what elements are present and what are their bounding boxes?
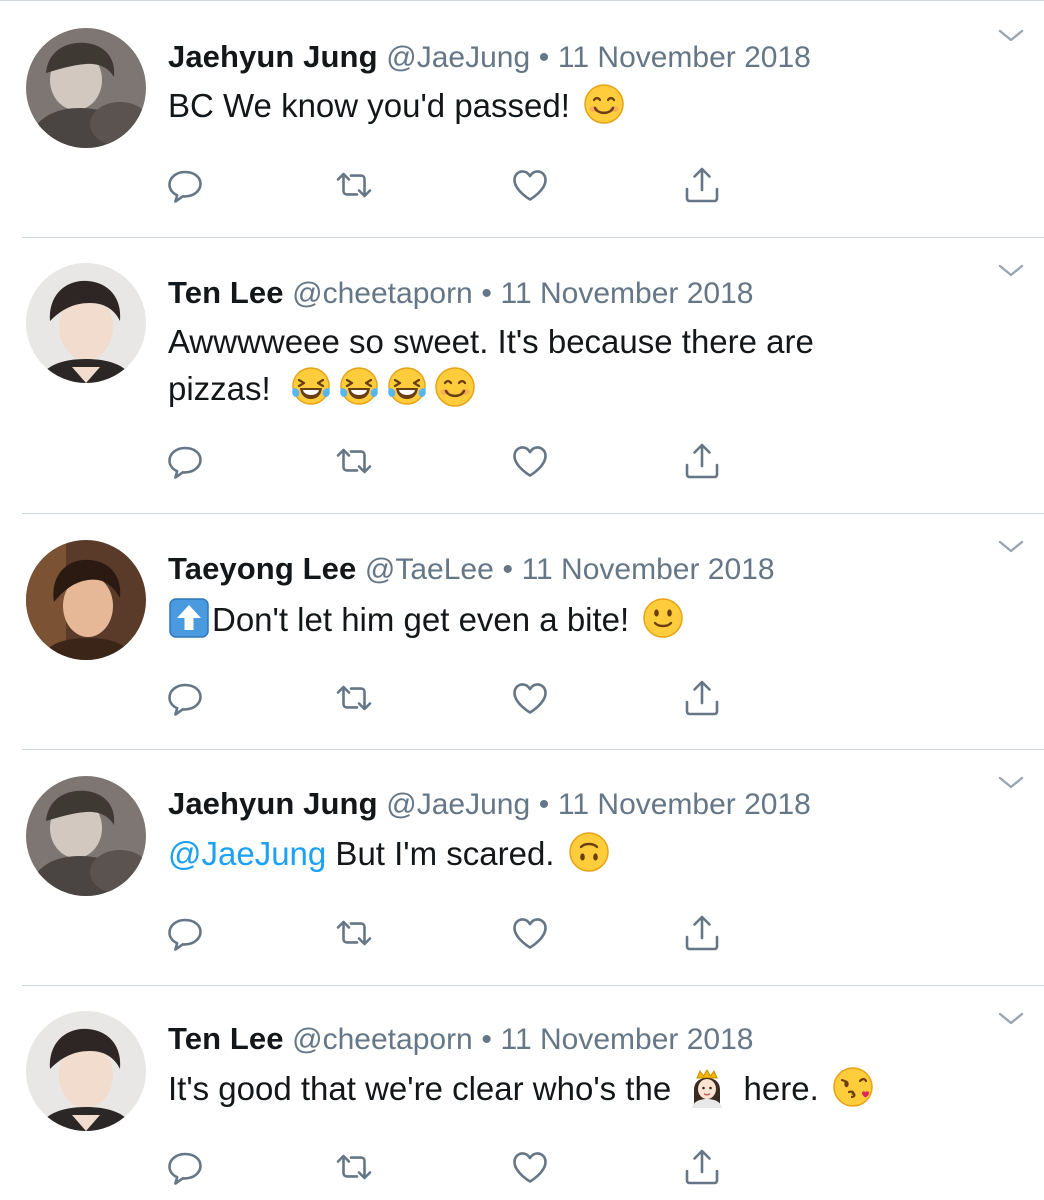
display-name[interactable]: Jaehyun Jung [168, 39, 378, 74]
slight-smile-emoji [642, 597, 684, 639]
tweet[interactable]: Taeyong Lee @TaeLee • 11 November 2018 D… [0, 513, 1044, 749]
smiling-face-emoji [434, 366, 476, 408]
separator: • [481, 277, 492, 310]
tweet-date[interactable]: 11 November 2018 [501, 1023, 754, 1056]
avatar[interactable] [26, 540, 146, 660]
display-name[interactable]: Jaehyun Jung [168, 786, 378, 821]
share-icon[interactable] [678, 1143, 726, 1191]
divider [22, 237, 1044, 238]
like-icon[interactable] [506, 1143, 554, 1191]
tweet-text-line: Don't let him get even a bite! [212, 601, 630, 638]
share-icon[interactable] [678, 909, 726, 957]
avatar[interactable] [26, 1011, 146, 1131]
reply-icon[interactable] [161, 1143, 209, 1191]
avatar[interactable] [26, 263, 146, 383]
chevron-down-icon[interactable] [998, 539, 1024, 555]
tears-of-joy-emoji [386, 366, 428, 408]
tweet-date[interactable]: 11 November 2018 [501, 277, 754, 310]
blowing-kiss-emoji [832, 1066, 874, 1108]
like-icon[interactable] [506, 674, 554, 722]
chevron-down-icon[interactable] [998, 1011, 1024, 1027]
smiling-face-emoji [583, 83, 625, 125]
like-icon[interactable] [506, 161, 554, 209]
tweet-actions [158, 674, 738, 722]
reply-icon[interactable] [161, 161, 209, 209]
share-icon[interactable] [678, 674, 726, 722]
like-icon[interactable] [506, 909, 554, 957]
tweet-text: Don't let him get even a bite! [168, 596, 934, 643]
handle[interactable]: @TaeLee [365, 553, 494, 586]
tweet-text-line: BC We know you'd passed! [168, 87, 570, 124]
retweet-icon[interactable] [330, 437, 378, 485]
divider [22, 985, 1044, 986]
separator: • [481, 1023, 492, 1056]
tweet-text-line: pizzas! [168, 370, 271, 407]
separator: • [538, 41, 550, 74]
divider [22, 749, 1044, 750]
tears-of-joy-emoji [290, 366, 332, 408]
tweet-actions [158, 1143, 738, 1191]
like-icon[interactable] [506, 437, 554, 485]
handle[interactable]: @cheetaporn [292, 277, 473, 310]
handle[interactable]: @cheetaporn [292, 1023, 473, 1056]
tweet-date[interactable]: 11 November 2018 [522, 553, 775, 586]
handle[interactable]: @JaeJung [386, 788, 530, 821]
tweet-text: Awwwweee so sweet. It's because there ar… [168, 318, 934, 412]
chevron-down-icon[interactable] [998, 28, 1024, 44]
tweet[interactable]: Jaehyun Jung @JaeJung • 11 November 2018… [0, 0, 1044, 236]
divider [0, 0, 1044, 1]
chevron-down-icon[interactable] [998, 263, 1024, 279]
tweet-date[interactable]: 11 November 2018 [558, 41, 811, 74]
reply-icon[interactable] [161, 909, 209, 957]
share-icon[interactable] [678, 437, 726, 485]
display-name[interactable]: Taeyong Lee [168, 551, 356, 586]
tweet-text: @JaeJung But I'm scared. [168, 830, 934, 877]
upside-down-face-emoji [568, 831, 610, 873]
separator: • [538, 788, 550, 821]
share-icon[interactable] [678, 161, 726, 209]
up-arrow-emoji [168, 597, 210, 639]
mention-link[interactable]: @JaeJung [168, 835, 326, 872]
display-name[interactable]: Ten Lee [168, 1021, 284, 1056]
divider [22, 513, 1044, 514]
handle[interactable]: @JaeJung [386, 41, 530, 74]
tweet-actions [158, 909, 738, 957]
retweet-icon[interactable] [330, 1143, 378, 1191]
tears-of-joy-emoji [338, 366, 380, 408]
avatar[interactable] [26, 28, 146, 148]
princess-emoji [686, 1066, 728, 1108]
retweet-icon[interactable] [330, 161, 378, 209]
retweet-icon[interactable] [330, 674, 378, 722]
reply-icon[interactable] [161, 437, 209, 485]
tweet-thread: Jaehyun Jung @JaeJung • 11 November 2018… [0, 0, 1044, 1200]
tweet-text-line: But I'm scared. [326, 835, 555, 872]
tweet-text: It's good that we're clear who's the her… [168, 1065, 934, 1112]
tweet-text-line: It's good that we're clear who's the [168, 1070, 672, 1107]
chevron-down-icon[interactable] [998, 775, 1024, 791]
tweet-date[interactable]: 11 November 2018 [558, 788, 811, 821]
tweet-text-line: here. [743, 1070, 819, 1107]
tweet-actions [158, 161, 738, 209]
display-name[interactable]: Ten Lee [168, 275, 284, 310]
tweet-text: BC We know you'd passed! [168, 82, 934, 129]
tweet[interactable]: Ten Lee @cheetaporn • 11 November 2018 A… [0, 237, 1044, 513]
tweet[interactable]: Ten Lee @cheetaporn • 11 November 2018 I… [0, 985, 1044, 1200]
reply-icon[interactable] [161, 674, 209, 722]
tweet[interactable]: Jaehyun Jung @JaeJung • 11 November 2018… [0, 749, 1044, 985]
retweet-icon[interactable] [330, 909, 378, 957]
tweet-actions [158, 437, 738, 485]
tweet-text-line: Awwwweee so sweet. It's because there ar… [168, 323, 814, 360]
avatar[interactable] [26, 776, 146, 896]
separator: • [502, 553, 513, 586]
